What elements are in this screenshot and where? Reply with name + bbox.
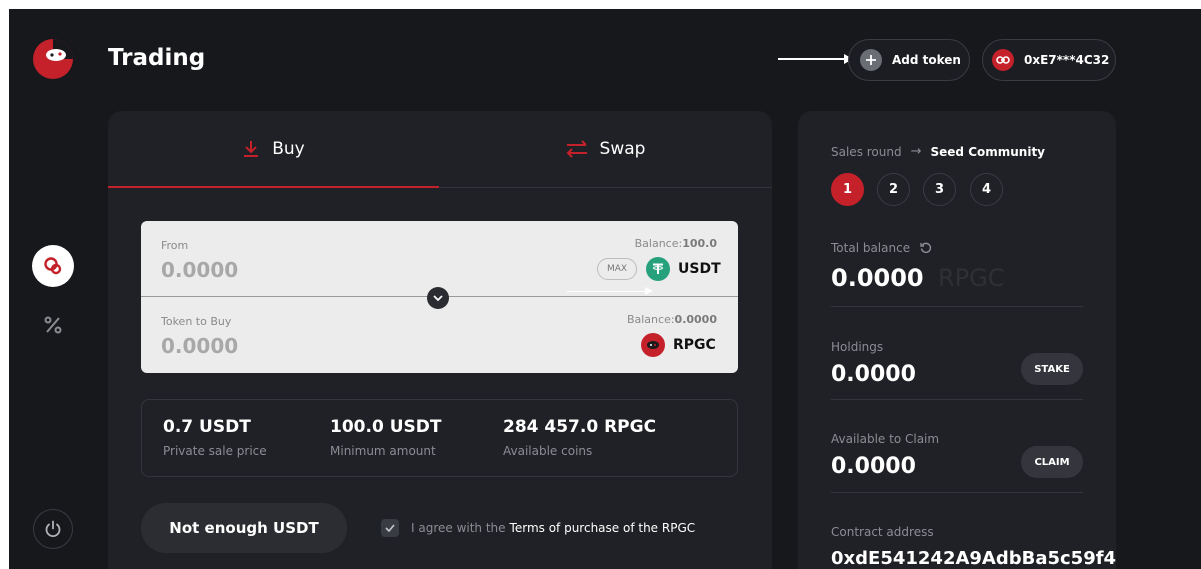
rpgc-icon: [641, 333, 665, 357]
total-balance-label: Total balance: [831, 241, 911, 255]
terms-checkbox[interactable]: [381, 519, 399, 537]
tab-buy[interactable]: Buy: [108, 111, 439, 187]
arrow-right-icon: →: [910, 144, 922, 159]
to-token-label: RPGC: [673, 337, 716, 353]
stake-button[interactable]: STAKE: [1021, 353, 1083, 385]
add-token-button[interactable]: Add token: [848, 39, 970, 81]
app-logo[interactable]: [32, 38, 74, 80]
divider: [831, 306, 1083, 307]
from-label: From: [161, 239, 189, 252]
to-balance: Balance:0.0000: [626, 313, 717, 326]
add-token-label: Add token: [892, 53, 961, 67]
app-window: Trading Add token 0xE7***4C32 Buy Swap F…: [9, 9, 1201, 569]
contract-address[interactable]: 0xdE541242A9AdbBa5c59f4: [831, 548, 1116, 569]
power-icon[interactable]: [33, 509, 73, 549]
trading-panel: Buy Swap From 0.0000 Balance:100.0 MAX U…: [108, 111, 772, 569]
stat-available-value: 284 457.0 RPGC: [503, 417, 657, 437]
buy-submit-button[interactable]: Not enough USDT: [141, 503, 347, 553]
info-panel: Sales round → Seed Community 1 2 3 4 Tot…: [798, 111, 1116, 569]
from-token-selector[interactable]: USDT: [646, 257, 721, 281]
swap-icon: [566, 140, 588, 158]
sales-round-row: Sales round → Seed Community: [831, 144, 1045, 159]
stat-minimum-label: Minimum amount: [330, 444, 436, 458]
refresh-icon[interactable]: [920, 242, 932, 254]
chevron-down-icon[interactable]: [427, 287, 449, 309]
terms-link[interactable]: Terms of purchase of the RPGC: [510, 521, 696, 535]
wallet-address-button[interactable]: 0xE7***4C32: [982, 39, 1116, 81]
download-icon: [242, 140, 260, 158]
claim-value: 0.0000: [831, 454, 916, 479]
sales-round-value: Seed Community: [930, 144, 1046, 159]
round-1-button[interactable]: 1: [831, 173, 864, 206]
annotation-arrow-line-2: [567, 291, 647, 292]
divider: [831, 399, 1083, 400]
claim-button[interactable]: CLAIM: [1021, 446, 1083, 478]
round-4-button[interactable]: 4: [970, 173, 1003, 206]
from-token-label: USDT: [678, 261, 721, 277]
total-balance-unit: RPGC: [937, 264, 1005, 292]
total-balance-row: Total balance: [831, 241, 932, 255]
total-balance-value: 0.0000 RPGC: [831, 264, 1005, 292]
exchange-card: From 0.0000 Balance:100.0 MAX USDT Token…: [141, 221, 738, 373]
stat-available-label: Available coins: [503, 444, 593, 458]
stat-price-value: 0.7 USDT: [163, 417, 251, 437]
sales-round-label: Sales round: [831, 144, 902, 159]
from-balance: Balance:100.0: [634, 237, 717, 250]
stat-minimum-value: 100.0 USDT: [330, 417, 442, 437]
annotation-arrow-head-2: [645, 287, 653, 295]
from-amount-input[interactable]: 0.0000: [161, 258, 238, 282]
tab-buy-label: Buy: [272, 139, 305, 159]
page-title: Trading: [108, 45, 206, 71]
contract-label: Contract address: [831, 525, 934, 539]
nav-percent-icon[interactable]: [42, 314, 64, 336]
round-3-button[interactable]: 3: [923, 173, 956, 206]
to-token-selector[interactable]: RPGC: [641, 333, 716, 357]
holdings-value: 0.0000: [831, 362, 916, 387]
tab-swap[interactable]: Swap: [439, 111, 772, 187]
stat-price-label: Private sale price: [163, 444, 267, 458]
claim-label: Available to Claim: [831, 432, 940, 446]
terms-text: I agree with the: [411, 521, 506, 535]
nav-trading-icon[interactable]: [32, 245, 74, 287]
tab-active-indicator: [108, 186, 439, 188]
terms-agreement: I agree with the Terms of purchase of th…: [381, 519, 695, 537]
round-2-button[interactable]: 2: [877, 173, 910, 206]
max-button[interactable]: MAX: [597, 258, 637, 280]
annotation-arrow-line: [778, 58, 846, 60]
holdings-label: Holdings: [831, 340, 884, 354]
usdt-icon: [646, 257, 670, 281]
wallet-address: 0xE7***4C32: [1024, 53, 1110, 67]
plus-icon: [860, 49, 882, 71]
to-label: Token to Buy: [161, 315, 232, 328]
stats-box: 0.7 USDT Private sale price 100.0 USDT M…: [141, 399, 738, 477]
tab-swap-label: Swap: [599, 139, 646, 159]
link-icon: [992, 49, 1014, 71]
divider: [831, 492, 1083, 493]
to-amount-input[interactable]: 0.0000: [161, 334, 238, 358]
